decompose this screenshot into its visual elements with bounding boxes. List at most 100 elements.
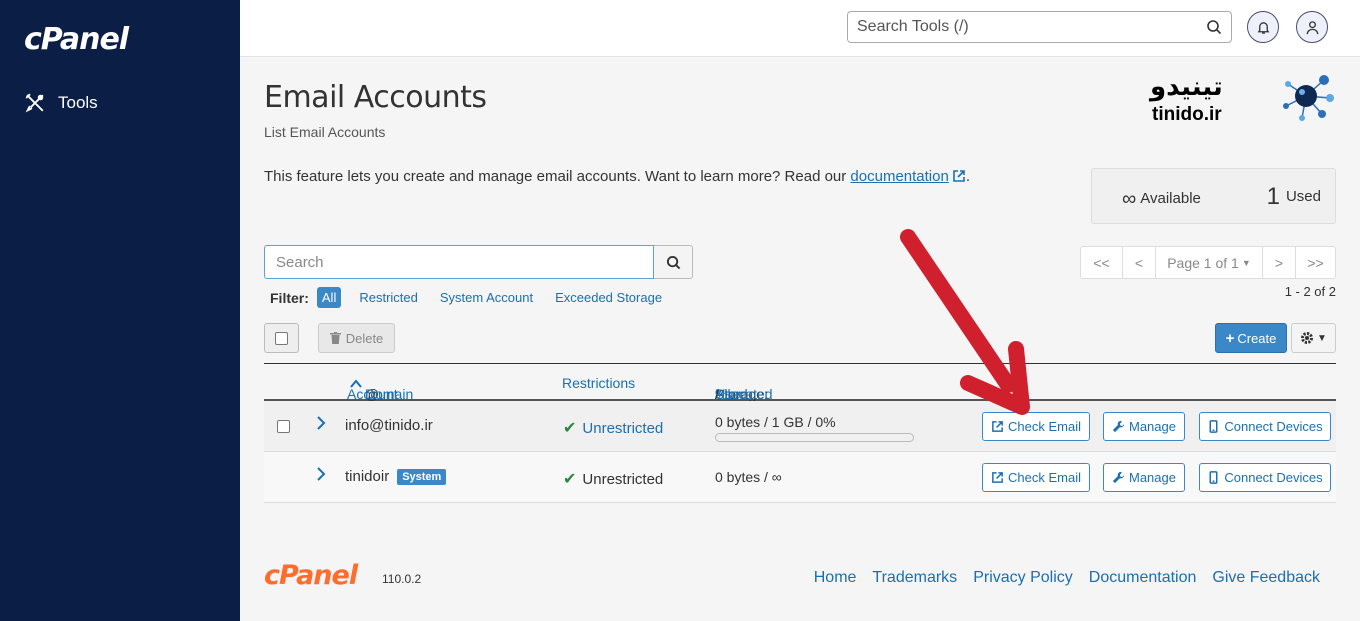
table-header: Account @ Domain Restrictions Storage: Us… <box>264 363 1336 402</box>
account-search-button[interactable] <box>654 245 693 279</box>
header-restrictions[interactable]: Restrictions <box>562 375 635 391</box>
create-button[interactable]: + Create <box>1215 323 1287 353</box>
system-badge: System <box>397 469 447 485</box>
header-domain[interactable]: Domain <box>365 386 413 402</box>
storage-text: 0 bytes / ∞ <box>715 469 782 485</box>
footer-version: 110.0.2 <box>382 572 422 586</box>
restriction-status: ✔ Unrestricted <box>563 418 663 438</box>
caret-down-icon: ▼ <box>1241 257 1251 268</box>
wrench-icon <box>1112 471 1125 484</box>
manage-button[interactable]: Manage <box>1103 412 1185 441</box>
search-icon[interactable] <box>1206 19 1222 35</box>
topbar <box>240 0 1360 57</box>
connect-devices-button[interactable]: Connect Devices <box>1199 463 1331 492</box>
account-search-input[interactable] <box>264 245 654 279</box>
check-icon: ✔ <box>563 420 577 437</box>
account-name: tinidoir System <box>345 468 447 485</box>
search-icon <box>666 255 680 269</box>
expand-chevron-icon[interactable] <box>316 467 326 486</box>
molecule-icon <box>1283 75 1334 121</box>
filter-bar: Filter: All Restricted System Account Ex… <box>270 287 684 308</box>
available-label: Available <box>1140 190 1201 207</box>
plus-icon: + <box>1225 329 1235 347</box>
infinity-symbol: ∞ <box>1122 188 1137 210</box>
create-label: Create <box>1237 330 1277 346</box>
checkbox-box[interactable] <box>275 331 288 345</box>
storage-text: 0 bytes / 1 GB / 0% <box>715 414 836 430</box>
filter-restricted[interactable]: Restricted <box>359 290 418 305</box>
mobile-icon <box>1209 420 1218 433</box>
connect-devices-button[interactable]: Connect Devices <box>1199 412 1331 441</box>
page-prev-button[interactable]: < <box>1122 247 1155 278</box>
page-first-button[interactable]: << <box>1081 247 1122 278</box>
notifications-button[interactable] <box>1247 11 1279 43</box>
gear-icon <box>1301 332 1314 344</box>
quota-panel: ∞ Available 1 Used <box>1091 168 1336 224</box>
filter-system-account[interactable]: System Account <box>440 290 533 305</box>
delete-label: Delete <box>345 330 384 346</box>
intro-body: This feature lets you create and manage … <box>264 168 851 185</box>
restriction-link[interactable]: Unrestricted <box>582 420 663 437</box>
page-title: Email Accounts <box>264 80 487 115</box>
connect-devices-label: Connect Devices <box>1224 470 1323 485</box>
account-search <box>264 245 693 279</box>
user-icon <box>1306 20 1318 34</box>
footer-link-privacy[interactable]: Privacy Policy <box>973 569 1073 587</box>
intro-text: This feature lets you create and manage … <box>264 168 970 185</box>
footer-link-documentation[interactable]: Documentation <box>1089 569 1197 587</box>
tools-search-input[interactable] <box>857 18 1206 36</box>
page-last-button[interactable]: >> <box>1295 247 1335 278</box>
accounts-table: Account @ Domain Restrictions Storage: Us… <box>264 363 1336 503</box>
expand-chevron-icon[interactable] <box>316 416 326 435</box>
tools-icon <box>25 93 44 113</box>
filter-all[interactable]: All <box>316 287 342 308</box>
user-menu-button[interactable] <box>1296 11 1328 43</box>
manage-label: Manage <box>1129 470 1176 485</box>
check-icon: ✔ <box>563 471 577 488</box>
used-label: Used <box>1285 188 1321 205</box>
page-select[interactable]: Page 1 of 1 ▼ <box>1155 247 1262 278</box>
external-link-icon[interactable] <box>952 169 966 183</box>
footer-link-home[interactable]: Home <box>814 569 857 587</box>
quota-available: ∞ Available <box>1122 188 1201 211</box>
restriction-text: Unrestricted <box>582 470 664 488</box>
used-count: 1 <box>1266 183 1280 210</box>
trash-icon <box>329 332 341 344</box>
cpanel-logo[interactable]: cPanel <box>24 22 129 57</box>
check-email-label: Check Email <box>1008 470 1081 485</box>
documentation-link[interactable]: documentation <box>850 168 948 185</box>
wrench-icon <box>1112 420 1125 433</box>
sidebar-item-label: Tools <box>58 93 98 112</box>
delete-button[interactable]: Delete <box>318 323 395 353</box>
page-select-label: Page 1 of 1 <box>1167 254 1239 271</box>
footer-cpanel-logo[interactable]: cPanel <box>264 560 358 591</box>
filter-label: Filter: <box>270 289 309 306</box>
filter-exceeded-storage[interactable]: Exceeded Storage <box>555 290 662 305</box>
manage-button[interactable]: Manage <box>1103 463 1185 492</box>
header-percent[interactable]: % <box>715 386 727 402</box>
check-email-button[interactable]: Check Email <box>982 463 1090 492</box>
account-column-header[interactable]: Account @ Domain <box>347 375 413 402</box>
restriction-status: ✔ Unrestricted <box>563 469 663 489</box>
tinido-logo: تینیدو tinido.ir <box>1150 72 1340 125</box>
caret-down-icon: ▼ <box>1317 332 1327 344</box>
footer-link-feedback[interactable]: Give Feedback <box>1212 569 1320 587</box>
page-next-button[interactable]: > <box>1262 247 1295 278</box>
page-subtitle: List Email Accounts <box>264 124 386 140</box>
footer-link-trademarks[interactable]: Trademarks <box>872 569 957 587</box>
row-checkbox[interactable] <box>277 420 290 433</box>
table-row: tinidoir System ✔ Unrestricted 0 bytes / ∞… <box>264 452 1336 503</box>
sidebar: cPanel Tools <box>0 0 240 621</box>
select-all-checkbox[interactable] <box>264 323 299 353</box>
table-row: info@tinido.ir ✔ Unrestricted 0 bytes / 1… <box>264 401 1336 452</box>
account-name: info@tinido.ir <box>345 417 433 434</box>
annotation-arrow <box>900 229 1030 415</box>
results-range: 1 - 2 of 2 <box>1284 284 1336 299</box>
sidebar-item-tools[interactable]: Tools <box>24 92 98 114</box>
tools-search[interactable] <box>847 11 1232 43</box>
brand-name-fa: تینیدو <box>1150 72 1223 102</box>
settings-dropdown-button[interactable]: ▼ <box>1291 323 1336 353</box>
brand-name-en: tinido.ir <box>1152 104 1222 125</box>
storage-progress-bar <box>715 433 914 442</box>
manage-label: Manage <box>1129 419 1176 434</box>
